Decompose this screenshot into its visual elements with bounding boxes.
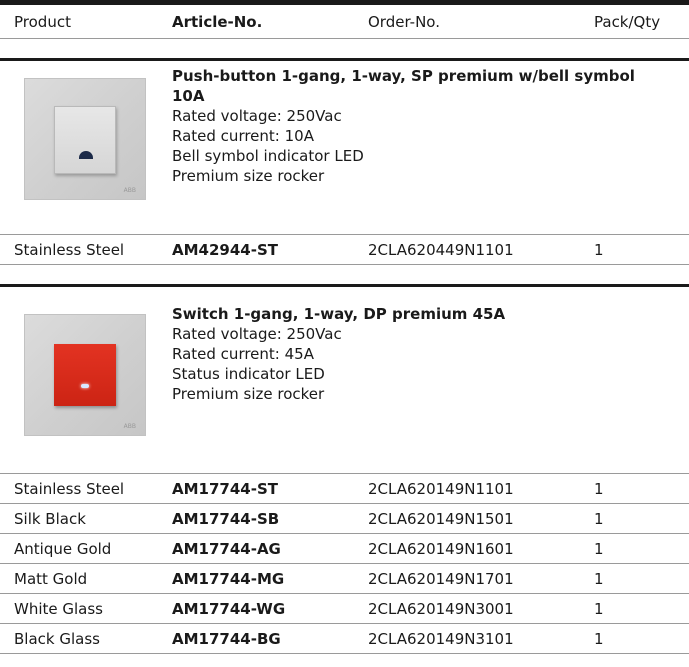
spec-line: Rated current: 45A: [172, 345, 314, 363]
qty-cell: 1: [594, 480, 604, 498]
qty-cell: 1: [594, 540, 604, 558]
section-divider: [0, 284, 689, 287]
spec-line: Premium size rocker: [172, 167, 325, 185]
rocker-panel: [54, 106, 116, 174]
top-rule: [0, 0, 689, 5]
section-divider: [0, 58, 689, 61]
red-rocker-panel: [54, 344, 116, 406]
article-cell: AM17744-AG: [172, 540, 281, 558]
article-cell: AM42944-ST: [172, 241, 278, 259]
spec-line: Rated voltage: 250Vac: [172, 325, 342, 343]
column-header-product: Product: [14, 13, 71, 31]
spec-line: Rated voltage: 250Vac: [172, 107, 342, 125]
spec-line: Rated current: 10A: [172, 127, 314, 145]
row-divider: [0, 264, 689, 265]
order-cell: 2CLA620149N1101: [368, 480, 514, 498]
spec-line: Bell symbol indicator LED: [172, 147, 364, 165]
table-row: Black Glass AM17744-BG 2CLA620149N3101 1: [0, 624, 689, 654]
table-row: Stainless Steel AM42944-ST 2CLA620449N11…: [0, 235, 689, 265]
qty-cell: 1: [594, 570, 604, 588]
article-cell: AM17744-MG: [172, 570, 285, 588]
table-row: Silk Black AM17744-SB 2CLA620149N1501 1: [0, 504, 689, 534]
qty-cell: 1: [594, 510, 604, 528]
header-divider: [0, 38, 689, 39]
article-cell: AM17744-SB: [172, 510, 280, 528]
table-row: White Glass AM17744-WG 2CLA620149N3001 1: [0, 594, 689, 624]
finish-cell: Stainless Steel: [14, 480, 125, 498]
column-header-order: Order-No.: [368, 13, 440, 31]
order-cell: 2CLA620149N3001: [368, 600, 514, 618]
order-cell: 2CLA620449N1101: [368, 241, 514, 259]
finish-cell: Matt Gold: [14, 570, 88, 588]
finish-cell: Antique Gold: [14, 540, 112, 558]
brand-logo: ABB: [123, 423, 136, 430]
qty-cell: 1: [594, 600, 604, 618]
order-cell: 2CLA620149N1601: [368, 540, 514, 558]
spec-line: Status indicator LED: [172, 365, 325, 383]
qty-cell: 1: [594, 630, 604, 648]
table-row: Stainless Steel AM17744-ST 2CLA620149N11…: [0, 474, 689, 504]
table-row: Matt Gold AM17744-MG 2CLA620149N1701 1: [0, 564, 689, 594]
column-header-pack: Pack/Qty: [594, 13, 661, 31]
order-cell: 2CLA620149N3101: [368, 630, 514, 648]
brand-logo: ABB: [123, 187, 136, 194]
order-cell: 2CLA620149N1501: [368, 510, 514, 528]
finish-cell: Stainless Steel: [14, 241, 125, 259]
article-cell: AM17744-ST: [172, 480, 278, 498]
finish-cell: White Glass: [14, 600, 103, 618]
product-description: Push-button 1-gang, 1-way, SP premium w/…: [172, 66, 672, 186]
product-title: Switch 1-gang, 1-way, DP premium 45A: [172, 305, 506, 323]
finish-cell: Silk Black: [14, 510, 86, 528]
product-description: Switch 1-gang, 1-way, DP premium 45A Rat…: [172, 304, 672, 404]
table-row: Antique Gold AM17744-AG 2CLA620149N1601 …: [0, 534, 689, 564]
product-title: Push-button 1-gang, 1-way, SP premium w/…: [172, 67, 635, 105]
column-header-article: Article-No.: [172, 13, 263, 31]
qty-cell: 1: [594, 241, 604, 259]
bell-indicator-icon: [79, 151, 93, 159]
article-cell: AM17744-WG: [172, 600, 286, 618]
status-led-icon: [81, 384, 89, 388]
product-image-switch: ABB: [24, 314, 146, 436]
product-image-push-button: ABB: [24, 78, 146, 200]
finish-cell: Black Glass: [14, 630, 100, 648]
article-cell: AM17744-BG: [172, 630, 281, 648]
order-cell: 2CLA620149N1701: [368, 570, 514, 588]
spec-line: Premium size rocker: [172, 385, 325, 403]
row-divider: [0, 653, 689, 654]
